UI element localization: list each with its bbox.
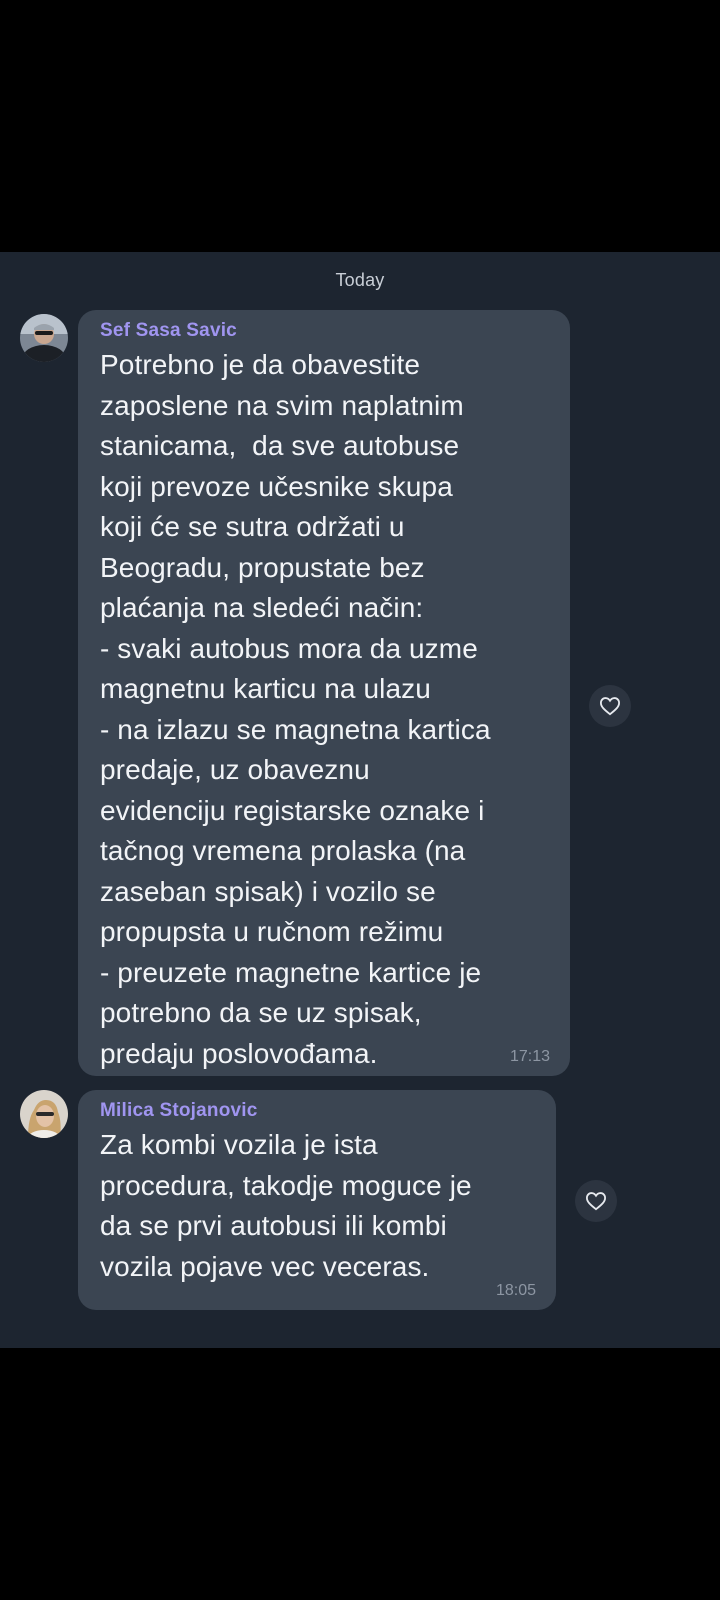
message-text: Za kombi vozila je ista procedura, takod… xyxy=(100,1125,472,1287)
heart-icon xyxy=(585,1192,607,1211)
message-timestamp: 18:05 xyxy=(495,1282,536,1299)
avatar[interactable] xyxy=(20,1090,68,1138)
message-line: koji prevoze učesnike skupa xyxy=(100,470,453,502)
message-bubble[interactable]: Milica Stojanovic Za kombi vozila je ist… xyxy=(78,1090,556,1310)
message-line: Potrebno je da obavestite xyxy=(100,349,421,380)
message-bubble[interactable]: Sef Sasa Savic Potrebno je da obavestite… xyxy=(78,310,570,1076)
message-line: da se prvi autobusi ili kombi xyxy=(100,1210,447,1241)
message-line: - svaki autobus mora da uzme xyxy=(100,632,478,664)
message-text: Potrebno je da obavestite zaposlene na s… xyxy=(100,345,491,1074)
message-line: procedura, takodje moguce je xyxy=(100,1169,472,1201)
message-line: evidenciju registarske oznake i xyxy=(100,794,485,826)
message-line: Beogradu, propustate bez xyxy=(100,551,425,583)
sender-name[interactable]: Sef Sasa Savic xyxy=(100,320,237,342)
message-line: plaćanja na sledeći način: xyxy=(100,592,424,623)
message-line: predaje, uz obaveznu xyxy=(100,754,370,785)
message-timestamp: 17:13 xyxy=(509,1048,550,1065)
heart-icon xyxy=(599,697,621,716)
message-line: zaseban spisak) i vozilo se xyxy=(100,875,436,907)
avatar[interactable] xyxy=(20,314,68,362)
reaction-button[interactable] xyxy=(589,685,631,727)
message-line: zaposlene na svim naplatnim xyxy=(100,389,464,421)
message-line: vozila pojave vec veceras. xyxy=(100,1250,430,1282)
message-line: stanicama, da sve autobuse xyxy=(100,430,460,461)
message-line: magnetnu karticu na ulazu xyxy=(100,673,431,704)
sender-name[interactable]: Milica Stojanovic xyxy=(100,1100,258,1122)
message-line: Za kombi vozila je ista xyxy=(100,1129,378,1160)
message-line: koji će se sutra održati u xyxy=(100,511,405,542)
reaction-button[interactable] xyxy=(575,1180,617,1222)
avatar-man-photo-icon xyxy=(20,314,68,362)
message-line: - preuzete magnetne kartice je xyxy=(100,956,482,988)
message-line: - na izlazu se magnetna kartica xyxy=(100,713,491,745)
avatar-woman-photo-icon xyxy=(20,1090,68,1138)
message-line: tačnog vremena prolaska (na xyxy=(100,835,466,866)
message-line: potrebno da se uz spisak, xyxy=(100,997,422,1028)
message-line: propupsta u ručnom režimu xyxy=(100,916,444,947)
date-separator: Today xyxy=(335,270,385,290)
message-line: predaju poslovođama. xyxy=(100,1037,378,1069)
